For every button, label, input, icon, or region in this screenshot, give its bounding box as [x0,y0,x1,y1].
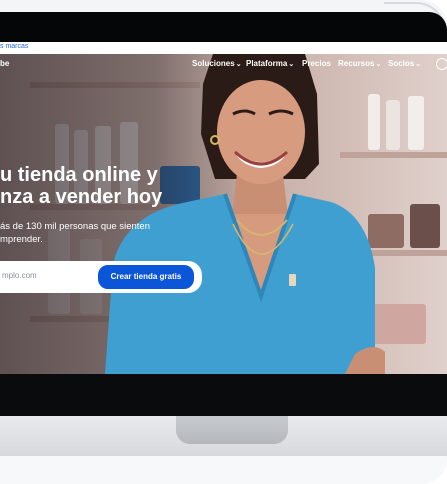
hero-photo [0,54,447,374]
screen-bezel-bottom [0,374,447,416]
box [410,204,440,248]
laptop-screen: s marcas be Soluciones⌄ Plataforma⌄ Prec… [0,42,447,374]
email-placeholder: mplo.com [2,271,37,280]
hero-subtitle: ás de 130 mil personas que sienten mpren… [0,221,150,245]
woman-photo [105,54,385,374]
chevron-down-icon: ⌄ [375,61,382,68]
hero-title: u tienda online y nza a vender hoy [0,164,163,208]
globe-icon[interactable] [436,58,447,70]
laptop-frame: s marcas be Soluciones⌄ Plataforma⌄ Prec… [0,0,447,484]
nav-item-plataforma[interactable]: Plataforma⌄ [246,59,294,68]
chevron-down-icon: ⌄ [415,61,422,68]
bottle [386,100,400,150]
chevron-down-icon: ⌄ [235,61,242,68]
laptop-hinge [176,416,288,444]
create-store-button[interactable]: Crear tienda gratis [96,263,196,291]
bottle [408,96,424,150]
announcement-text[interactable]: s marcas [0,43,28,50]
chevron-down-icon: ⌄ [288,61,295,68]
nav-item-recursos[interactable]: Recursos⌄ [338,59,381,68]
nav-item-socios[interactable]: Socios⌄ [388,59,421,68]
nav-item-soluciones[interactable]: Soluciones⌄ [192,59,242,68]
screen-bezel-top [0,12,447,42]
nav-item-precios[interactable]: Precios [302,59,331,68]
logo[interactable]: be [0,59,9,68]
